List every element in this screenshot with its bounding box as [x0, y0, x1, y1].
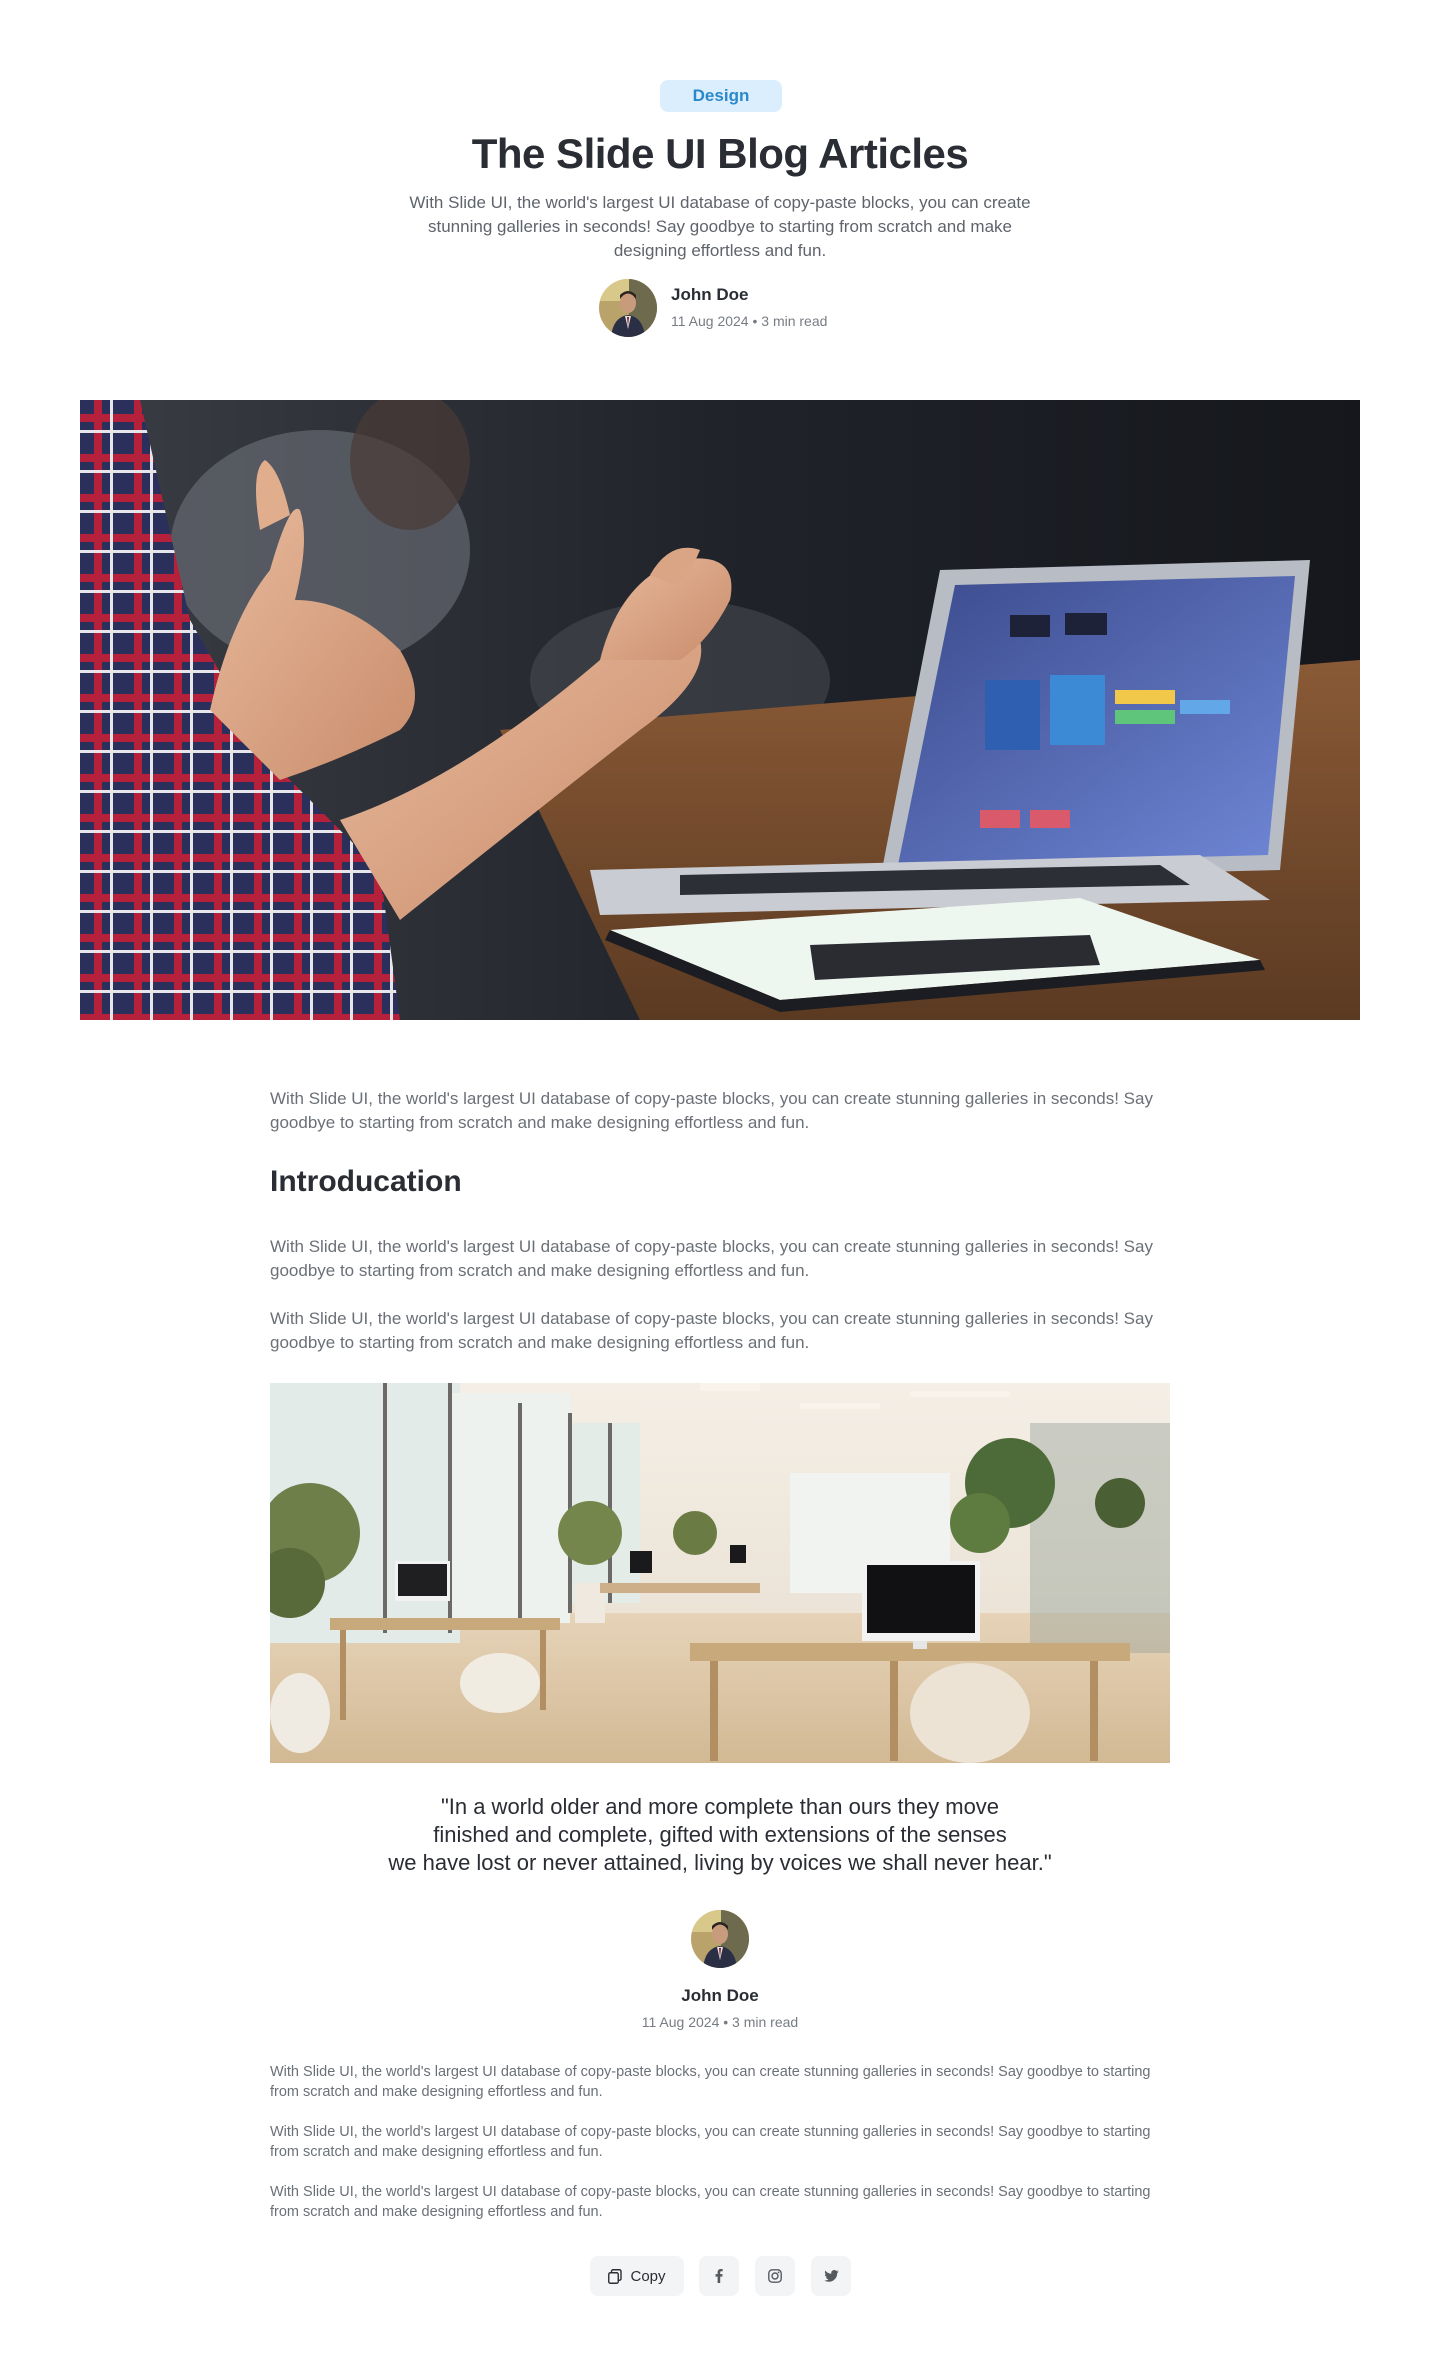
author-name[interactable]: John Doe — [671, 285, 748, 305]
share-facebook-button[interactable] — [699, 2256, 739, 2296]
footer-paragraph: With Slide UI, the world's largest UI da… — [270, 2064, 1151, 2100]
twitter-icon — [823, 2270, 839, 2282]
share-instagram-button[interactable] — [755, 2256, 795, 2296]
footer-paragraph: With Slide UI, the world's largest UI da… — [270, 2124, 1151, 2160]
author-meta: 11 Aug 2024 • 3 min read — [641, 2014, 799, 2030]
page-title: The Slide UI Blog Articles — [471, 130, 969, 177]
hero-image — [80, 400, 1360, 1020]
author-name[interactable]: John Doe — [0, 1986, 1440, 2006]
footer-paragraph: With Slide UI, the world's largest UI da… — [270, 2184, 1151, 2220]
quote-line: we have lost or never attained, living b… — [388, 1850, 1052, 1875]
quote-line: finished and complete, gifted with exten… — [433, 1822, 1007, 1847]
body-paragraph: With Slide UI, the world's largest UI da… — [270, 1309, 1153, 1352]
copy-link-button[interactable]: Copy — [590, 2256, 684, 2296]
avatar[interactable] — [599, 279, 657, 337]
body-paragraph: With Slide UI, the world's largest UI da… — [270, 1237, 1153, 1280]
author-meta: 11 Aug 2024 • 3 min read — [671, 313, 828, 329]
pull-quote: "In a world older and more complete than… — [270, 1793, 1170, 1877]
section-heading: Introducation — [270, 1165, 462, 1198]
quote-line: "In a world older and more complete than… — [440, 1794, 1000, 1819]
office-image — [270, 1383, 1170, 1763]
share-twitter-button[interactable] — [811, 2256, 851, 2296]
category-badge[interactable]: Design — [660, 80, 782, 112]
page-subtitle: With Slide UI, the world's largest UI da… — [409, 193, 1031, 260]
copy-icon — [608, 2268, 623, 2284]
facebook-icon — [715, 2269, 723, 2283]
copy-label: Copy — [630, 2267, 666, 2285]
instagram-icon — [768, 2269, 782, 2283]
intro-paragraph: With Slide UI, the world's largest UI da… — [270, 1089, 1153, 1132]
avatar[interactable] — [691, 1910, 749, 1968]
